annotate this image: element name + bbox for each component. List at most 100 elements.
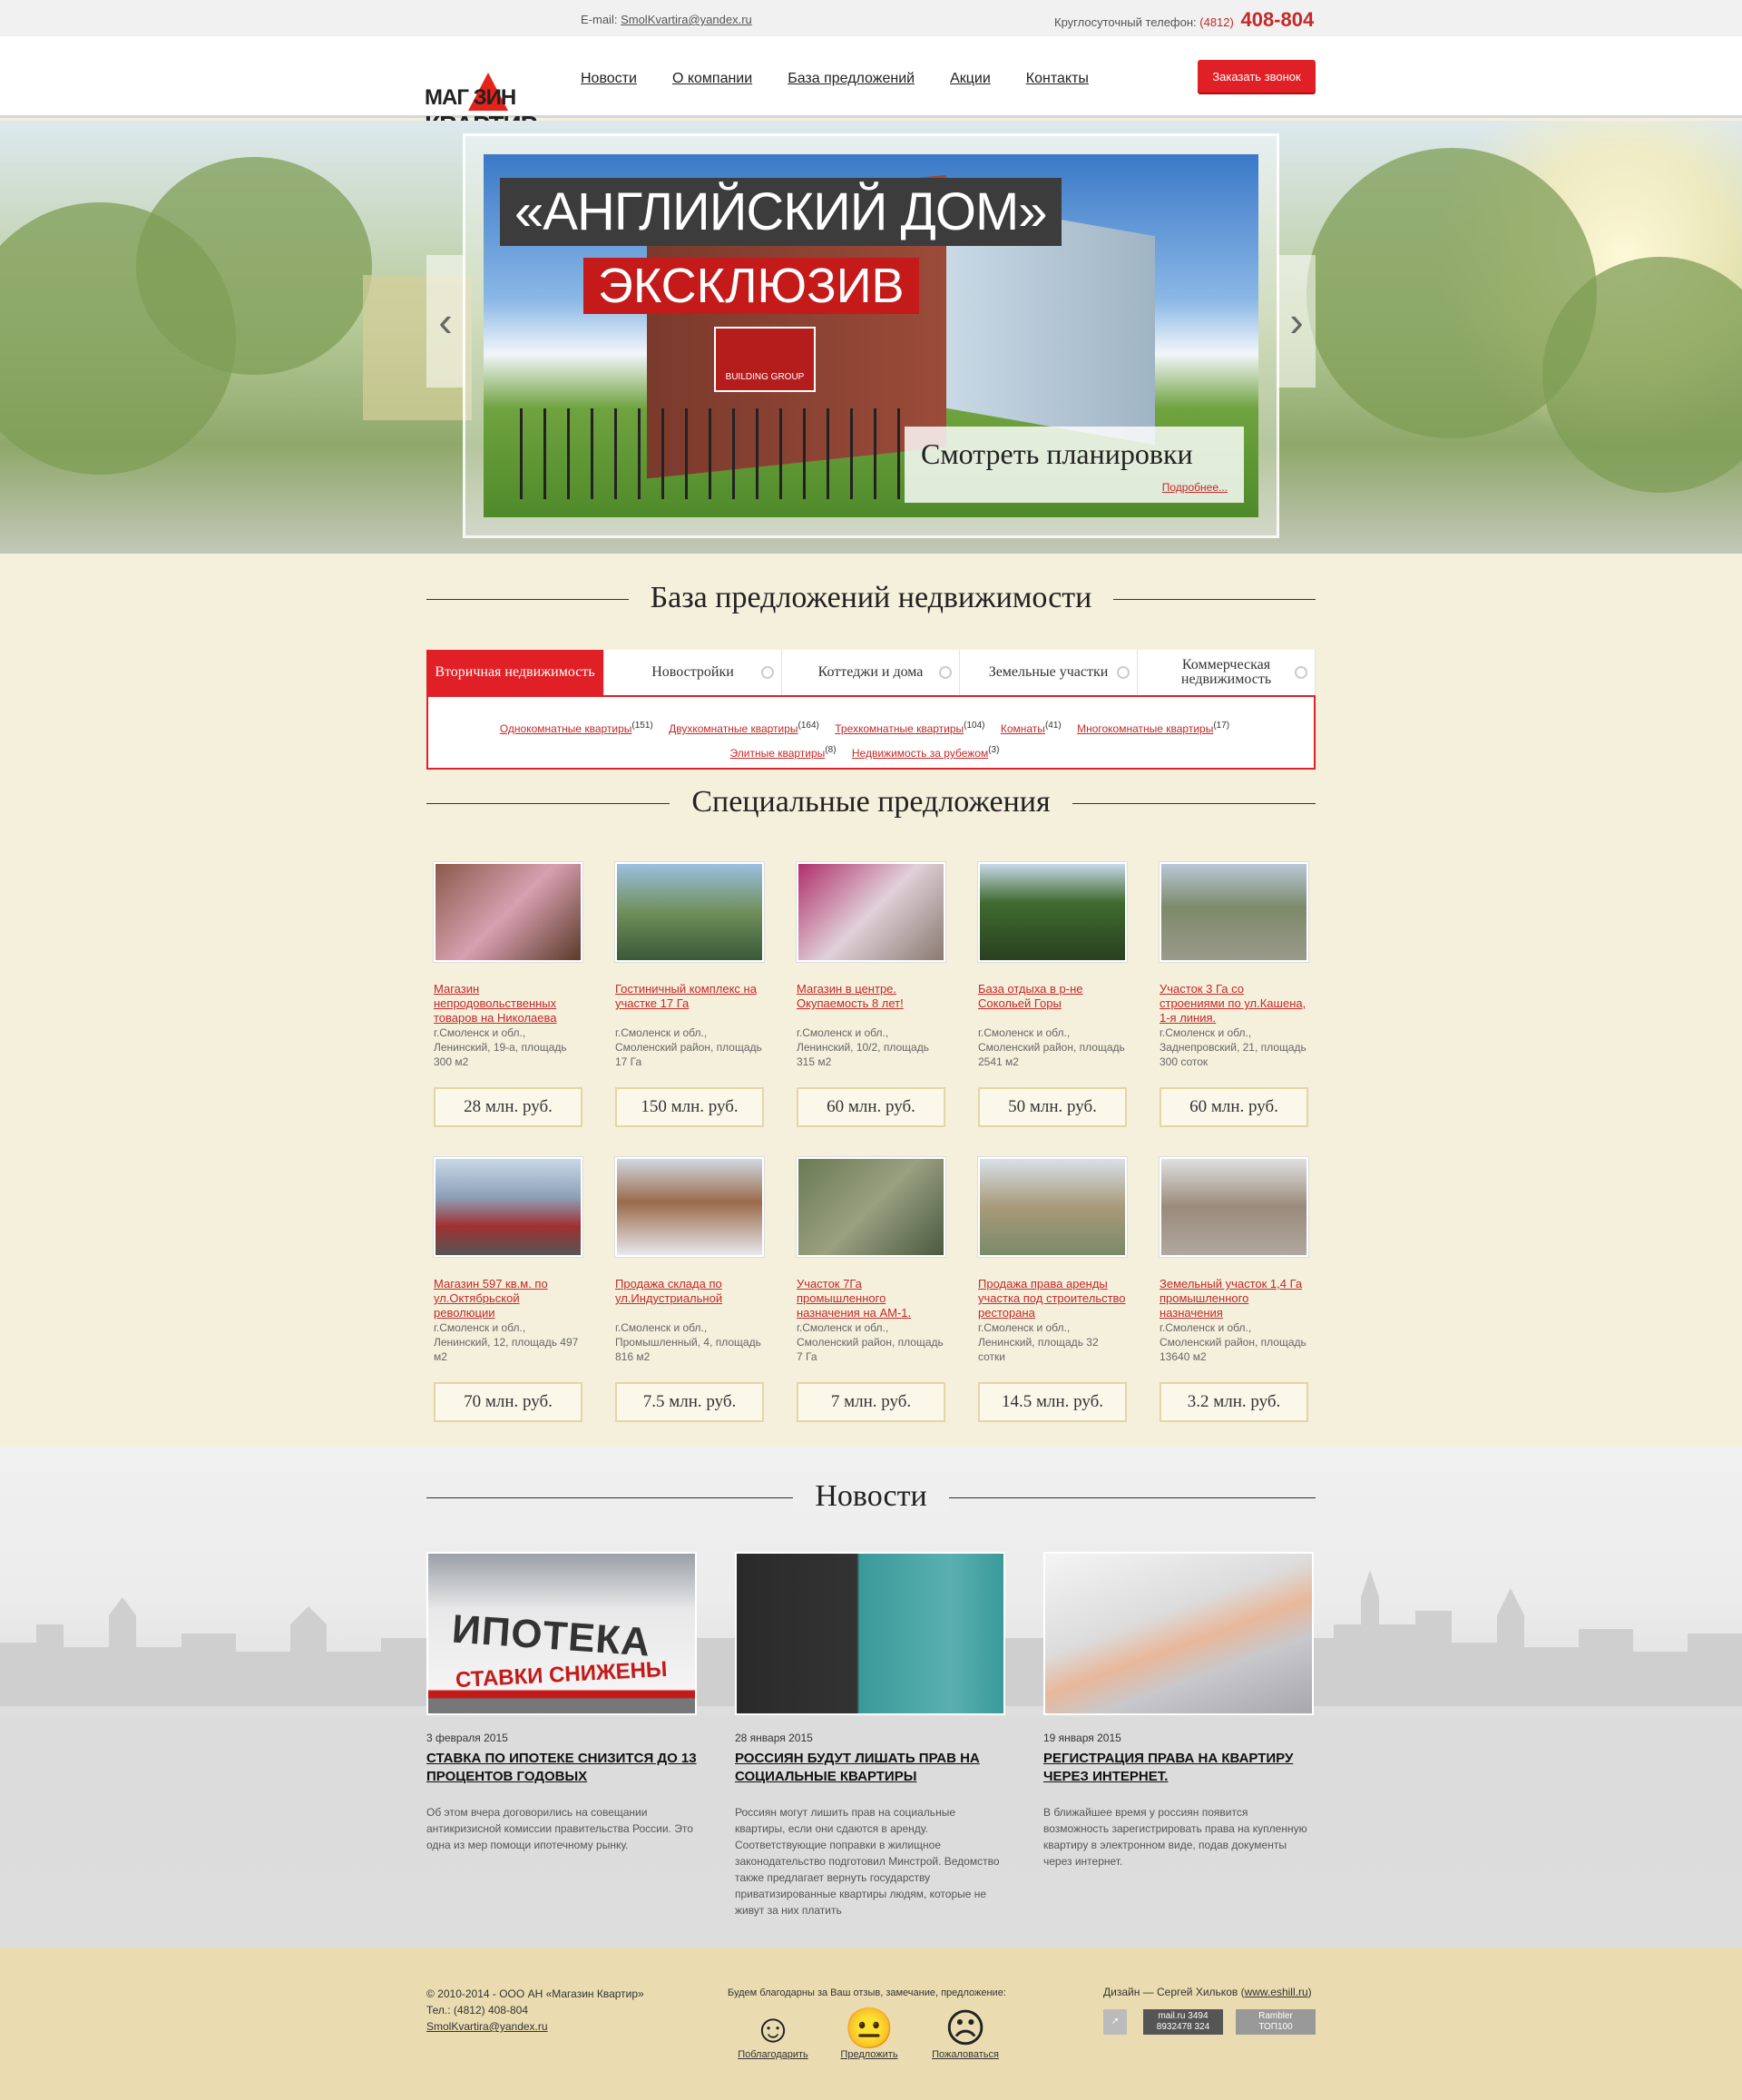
offer-image[interactable] (434, 1157, 582, 1257)
offer-price[interactable]: 50 млн. руб. (978, 1087, 1127, 1127)
offer-image[interactable] (978, 1157, 1127, 1257)
offer-title-link[interactable]: Магазин 597 кв.м. по ул.Октябрьской рево… (434, 1277, 582, 1320)
counter-value: 8932478 (1156, 2022, 1192, 2032)
offer-title-link[interactable]: База отдыха в р-не Сокольей Горы (978, 982, 1127, 1024)
feedback-suggest-link[interactable]: Предложить (840, 2049, 897, 2060)
slide-image[interactable]: «АНГЛИЙСКИЙ ДОМ» ЭКСКЛЮЗИВ BUILDING GROU… (484, 154, 1258, 517)
tab-cottages[interactable]: Коттеджи и дома (782, 650, 960, 695)
rambler-top100: ТОП100 (1258, 2022, 1293, 2032)
offer-image[interactable] (1160, 862, 1308, 962)
offer-title-link[interactable]: Гостиничный комплекс на участке 17 Га (615, 982, 764, 1024)
offer-title-link[interactable]: Участок 7Га промышленного назначения на … (797, 1277, 945, 1320)
offer-image[interactable] (1160, 1157, 1308, 1257)
hero-slider-section: «АНГЛИЙСКИЙ ДОМ» ЭКСКЛЮЗИВ BUILDING GROU… (0, 121, 1742, 554)
news-image[interactable] (735, 1552, 1005, 1715)
footer-email-link[interactable]: SmolKvartira@yandex.ru (426, 2020, 548, 2033)
tab-land[interactable]: Земельные участки (960, 650, 1138, 695)
offer-title-link[interactable]: Земельный участок 1,4 Га промышленного н… (1160, 1277, 1308, 1320)
offer-title-link[interactable]: Магазин в центре. Окупаемость 8 лет! (797, 982, 945, 1024)
design-link[interactable]: www.eshill.ru (1245, 1986, 1308, 1998)
nav-offers-db[interactable]: База предложений (788, 71, 915, 87)
feedback-suggest[interactable]: 😐 Предложить (833, 2007, 905, 2061)
copyright: © 2010-2014 - ООО АН «Магазин Квартир» (426, 1987, 644, 2000)
category-links-row: Элитные квартиры(8) Недвижимость за рубе… (428, 740, 1314, 764)
specials-title: Специальные предложения (426, 785, 1316, 821)
news-date: 28 января 2015 (735, 1732, 813, 1744)
liveinternet-counter-icon[interactable]: ↗ (1103, 2009, 1127, 2035)
offer-title-link[interactable]: Продажа склада по ул.Индустриальной (615, 1277, 764, 1319)
nav-news[interactable]: Новости (581, 71, 637, 87)
plans-more-link[interactable]: Подробнее... (1162, 481, 1228, 494)
feedback-complain[interactable]: ☹ Пожаловаться (929, 2007, 1002, 2061)
offer-image[interactable] (978, 862, 1127, 962)
offer-price[interactable]: 150 млн. руб. (615, 1087, 764, 1127)
news-card: 28 января 2015 РОССИЯН БУДУТ ЛИШАТЬ ПРАВ… (735, 1552, 1005, 1918)
offer-price[interactable]: 60 млн. руб. (797, 1087, 945, 1127)
news-title-link[interactable]: РЕГИСТРАЦИЯ ПРАВА НА КВАРТИРУ ЧЕРЕЗ ИНТЕ… (1043, 1750, 1314, 1793)
offer-price[interactable]: 7 млн. руб. (797, 1382, 945, 1422)
rambler-counter[interactable]: Rambler ТОП100 (1236, 2009, 1316, 2035)
mail-ru-counter[interactable]: mail.ru 3494 8932478 324 (1143, 2009, 1223, 2035)
category-link[interactable]: Двухкомнатные квартиры (669, 722, 798, 735)
plans-title: Смотреть планировки (921, 437, 1193, 470)
db-section-title: База предложений недвижимости (426, 581, 1316, 617)
footer: © 2010-2014 - ООО АН «Магазин Квартир» Т… (0, 1948, 1742, 2100)
slider-prev-button[interactable]: ‹ (426, 255, 465, 388)
offer-price[interactable]: 60 млн. руб. (1160, 1087, 1308, 1127)
category-link[interactable]: Недвижимость за рубежом (852, 747, 988, 760)
phone-number[interactable]: 408-804 (1240, 8, 1314, 31)
feedback-thanks[interactable]: ☺ Поблагодарить (737, 2009, 809, 2061)
offer-address: г.Смоленск и обл., Смоленский район, пло… (978, 1026, 1125, 1068)
tab-commercial[interactable]: Коммерческая недвижимость (1138, 650, 1316, 695)
offer-address: г.Смоленск и обл., Ленинский, 12, площад… (434, 1321, 579, 1363)
tab-secondary[interactable]: Вторичная недвижимость (426, 650, 604, 695)
category-link[interactable]: Комнаты (1001, 722, 1045, 735)
slide-title: «АНГЛИЙСКИЙ ДОМ» (500, 178, 1062, 246)
feedback-complain-link[interactable]: Пожаловаться (932, 2049, 999, 2060)
offer-price[interactable]: 14.5 млн. руб. (978, 1382, 1127, 1422)
offer-address: г.Смоленск и обл., Ленинский, 19-а, площ… (434, 1026, 567, 1068)
offer-price[interactable]: 28 млн. руб. (434, 1087, 582, 1127)
offer-image[interactable] (615, 862, 764, 962)
email-label: E-mail: (581, 13, 618, 26)
tab-new-buildings[interactable]: Новостройки (604, 650, 782, 695)
offer-image[interactable] (797, 862, 945, 962)
neutral-face-icon: 😐 (844, 2007, 895, 2051)
mail-ru-counter-label: mail.ru 3494 (1143, 2011, 1223, 2022)
footer-phone: Тел.: (4812) 408-804 (426, 2004, 528, 2017)
feedback-prompt: Будем благодарны за Ваш отзыв, замечание… (728, 1987, 1006, 1998)
sad-face-icon: ☹ (944, 2007, 986, 2051)
building-group-logo: BUILDING GROUP (714, 327, 816, 392)
callback-button[interactable]: Заказать звонок (1198, 60, 1316, 93)
offer-image[interactable] (797, 1157, 945, 1257)
slider-next-button[interactable]: › (1277, 255, 1316, 388)
design-credit: Дизайн — Сергей Хильков (www.eshill.ru) (1103, 1986, 1312, 1998)
offer-image[interactable] (615, 1157, 764, 1257)
category-link[interactable]: Многокомнатные квартиры (1077, 722, 1213, 735)
plans-box[interactable]: Смотреть планировки Подробнее... (905, 427, 1244, 503)
news-title-link[interactable]: СТАВКА ПО ИПОТЕКЕ СНИЗИТСЯ ДО 13 ПРОЦЕНТ… (426, 1750, 697, 1793)
offer-title-link[interactable]: Магазин непродовольственных товаров на Н… (434, 982, 582, 1025)
news-title-link[interactable]: РОССИЯН БУДУТ ЛИШАТЬ ПРАВ НА СОЦИАЛЬНЫЕ … (735, 1750, 1005, 1793)
offer-price[interactable]: 3.2 млн. руб. (1160, 1382, 1308, 1422)
nav-promotions[interactable]: Акции (950, 71, 991, 87)
email-link[interactable]: SmolKvartira@yandex.ru (621, 13, 752, 26)
offer-image[interactable] (434, 862, 582, 962)
category-link[interactable]: Элитные квартиры (730, 747, 826, 760)
tab-marker-icon (1117, 666, 1130, 679)
feedback-thanks-link[interactable]: Поблагодарить (738, 2049, 808, 2060)
nav-about[interactable]: О компании (672, 71, 752, 87)
offer-price[interactable]: 70 млн. руб. (434, 1382, 582, 1422)
offer-title-link[interactable]: Участок 3 Га со строениями по ул.Кашена,… (1160, 982, 1308, 1025)
category-link[interactable]: Однокомнатные квартиры (500, 722, 632, 735)
category-link[interactable]: Трехкомнатные квартиры (835, 722, 964, 735)
nav-contacts[interactable]: Контакты (1026, 71, 1089, 87)
tab-marker-icon (1295, 666, 1307, 679)
offer-title-link[interactable]: Продажа права аренды участка под строите… (978, 1277, 1127, 1320)
offer-address: г.Смоленск и обл., Промышленный, 4, площ… (615, 1321, 761, 1363)
offer-price[interactable]: 7.5 млн. руб. (615, 1382, 764, 1422)
news-image[interactable] (1043, 1552, 1314, 1715)
news-image[interactable]: ИПОТЕКА СТАВКИ СНИЖЕНЫ (426, 1552, 697, 1715)
category-count: (41) (1044, 721, 1062, 731)
news-body: Россиян могут лишить прав на социальные … (735, 1806, 1000, 1917)
